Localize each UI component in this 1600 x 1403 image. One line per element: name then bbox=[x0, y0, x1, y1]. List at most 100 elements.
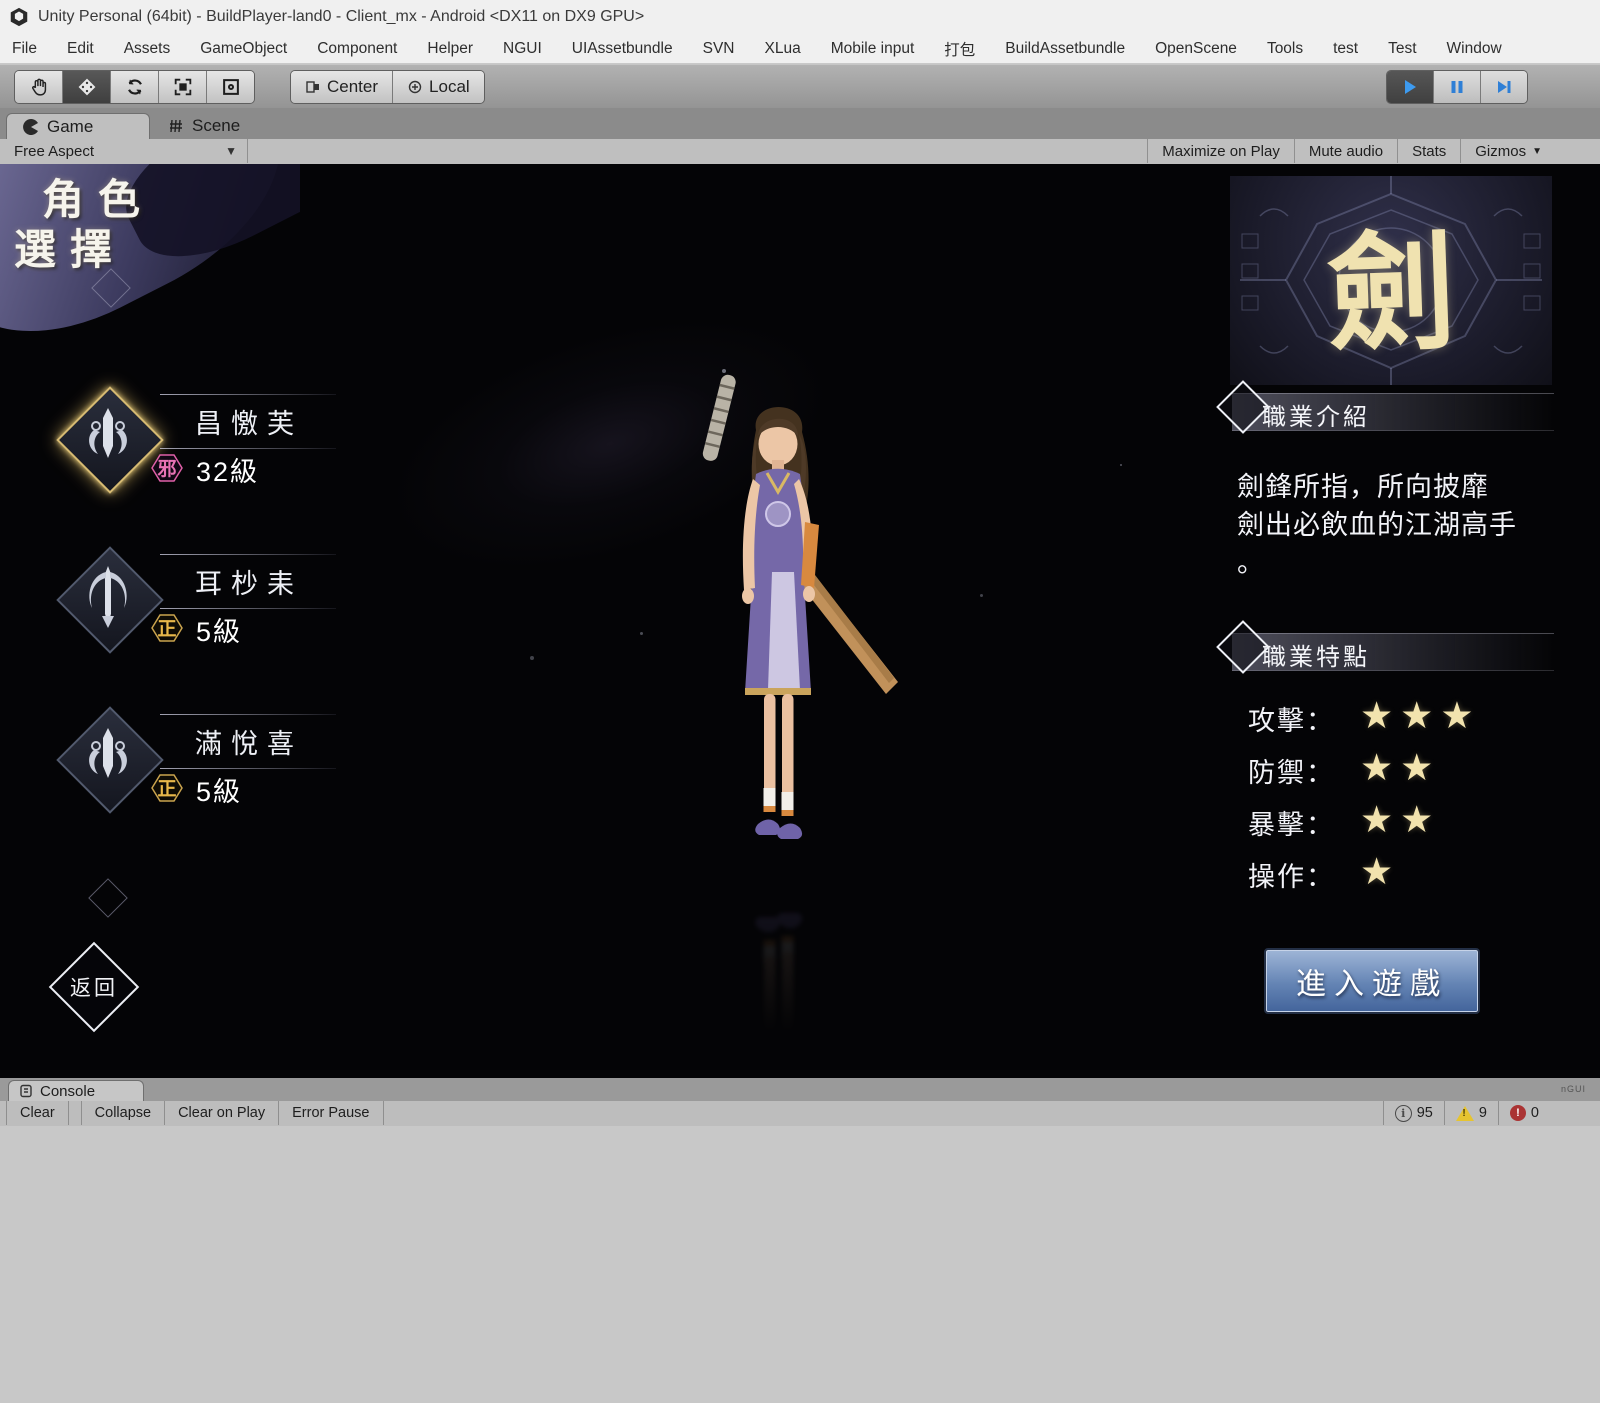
menu-tools[interactable]: Tools bbox=[1267, 40, 1303, 58]
enter-game-button[interactable]: 進入遊戲 bbox=[1266, 950, 1478, 1012]
polearm-emblem-icon bbox=[76, 562, 140, 634]
character-slot-2[interactable]: 耳杪耒 正 5級 bbox=[40, 540, 340, 665]
menu-edit[interactable]: Edit bbox=[67, 40, 94, 58]
menu-window[interactable]: Window bbox=[1447, 40, 1502, 58]
rect-tool-button[interactable] bbox=[207, 71, 254, 103]
character-reflection bbox=[660, 880, 920, 1050]
menu-buildassetbundle[interactable]: BuildAssetbundle bbox=[1005, 40, 1125, 58]
class-icon-sword bbox=[58, 708, 158, 808]
warning-count-toggle[interactable]: 9 bbox=[1444, 1101, 1498, 1125]
menu-bar: File Edit Assets GameObject Component He… bbox=[0, 34, 1600, 64]
intro-line-2: 劍出必飲血的江湖高手 bbox=[1237, 506, 1543, 544]
console-log-area[interactable] bbox=[0, 1126, 1600, 1403]
clear-label: Clear bbox=[20, 1105, 55, 1121]
play-button[interactable] bbox=[1387, 71, 1434, 103]
tab-game[interactable]: Game bbox=[6, 113, 150, 140]
clear-button[interactable]: Clear bbox=[6, 1101, 69, 1125]
menu-dabao[interactable]: 打包 bbox=[944, 38, 975, 60]
chevron-down-icon: ▼ bbox=[1532, 146, 1542, 157]
character-name: 滿悅喜 bbox=[195, 722, 303, 761]
trait-control: 操作： ★ bbox=[1248, 848, 1548, 900]
intro-line-3: 。 bbox=[1237, 544, 1543, 582]
tab-scene[interactable]: Scene bbox=[152, 113, 284, 139]
star-dot bbox=[980, 594, 983, 597]
pivot-local-button[interactable]: Local bbox=[393, 71, 484, 103]
game-viewport: 角色 選擇 昌憿芙 邪 bbox=[0, 164, 1600, 1078]
alignment-badge-good: 正 bbox=[144, 772, 190, 804]
menu-file[interactable]: File bbox=[12, 40, 37, 58]
class-intro-text: 劍鋒所指，所向披靡 劍出必飲血的江湖高手 。 bbox=[1237, 468, 1543, 582]
menu-helper[interactable]: Helper bbox=[427, 40, 473, 58]
move-tool-button[interactable] bbox=[63, 71, 111, 103]
stats-button[interactable]: Stats bbox=[1397, 139, 1460, 163]
menu-ngui[interactable]: NGUI bbox=[503, 40, 542, 58]
trait-label: 攻擊： bbox=[1248, 699, 1360, 738]
console-tab-label: Console bbox=[40, 1083, 95, 1100]
menu-assets[interactable]: Assets bbox=[124, 40, 171, 58]
intro-header-label: 職業介紹 bbox=[1262, 397, 1370, 432]
menu-test-lower[interactable]: test bbox=[1333, 40, 1358, 58]
class-icon-sword bbox=[58, 388, 158, 488]
menu-gameobject[interactable]: GameObject bbox=[200, 40, 287, 58]
enter-game-label: 進入遊戲 bbox=[1296, 959, 1448, 1003]
warning-count: 9 bbox=[1479, 1105, 1487, 1121]
local-axis-icon bbox=[407, 79, 423, 95]
sword-emblem-icon bbox=[76, 402, 140, 474]
menu-test-upper[interactable]: Test bbox=[1388, 40, 1416, 58]
character-model bbox=[660, 372, 920, 872]
star-dot bbox=[640, 632, 643, 635]
svg-text:正: 正 bbox=[157, 619, 176, 640]
playback-controls bbox=[1386, 70, 1528, 104]
sword-emblem-icon bbox=[76, 722, 140, 794]
page-title-line2: 選擇 bbox=[14, 216, 126, 277]
error-count-toggle[interactable]: ! 0 bbox=[1498, 1101, 1550, 1125]
pivot-center-button[interactable]: Center bbox=[291, 71, 393, 103]
star-dot bbox=[530, 656, 534, 660]
center-pivot-icon bbox=[305, 79, 321, 95]
gizmos-dropdown[interactable]: Gizmos ▼ bbox=[1460, 139, 1556, 163]
error-pause-label: Error Pause bbox=[292, 1105, 369, 1121]
collapse-button[interactable]: Collapse bbox=[81, 1101, 165, 1125]
menu-uiassetbundle[interactable]: UIAssetbundle bbox=[572, 40, 673, 58]
mute-audio-button[interactable]: Mute audio bbox=[1294, 139, 1397, 163]
info-count-toggle[interactable]: i 95 bbox=[1383, 1101, 1444, 1125]
corner-mark: nGUI bbox=[1561, 1084, 1586, 1094]
menu-xlua[interactable]: XLua bbox=[764, 40, 800, 58]
tab-console[interactable]: Console bbox=[8, 1080, 144, 1101]
aspect-dropdown[interactable]: Free Aspect ▼ bbox=[0, 139, 248, 163]
trait-label: 操作： bbox=[1248, 855, 1360, 894]
collapse-label: Collapse bbox=[95, 1105, 151, 1121]
character-slot-1[interactable]: 昌憿芙 邪 32級 bbox=[40, 380, 340, 505]
local-label: Local bbox=[429, 77, 470, 97]
error-icon: ! bbox=[1510, 1105, 1526, 1121]
rotate-tool-button[interactable] bbox=[111, 71, 159, 103]
game-tab-label: Game bbox=[47, 117, 93, 137]
class-traits: 攻擊： ★★★ 防禦： ★★ 暴擊： ★★ 操作： ★ bbox=[1248, 692, 1548, 900]
character-level: 5級 bbox=[196, 770, 242, 809]
scale-tool-button[interactable] bbox=[159, 71, 207, 103]
scale-tool-icon bbox=[172, 76, 194, 98]
menu-openscene[interactable]: OpenScene bbox=[1155, 40, 1237, 58]
unity-window: Unity Personal (64bit) - BuildPlayer-lan… bbox=[0, 0, 1600, 1403]
error-pause-button[interactable]: Error Pause bbox=[279, 1101, 383, 1125]
trait-label: 暴擊： bbox=[1248, 803, 1360, 842]
pause-button[interactable] bbox=[1434, 71, 1481, 103]
menu-mobile-input[interactable]: Mobile input bbox=[831, 40, 915, 58]
maximize-on-play-button[interactable]: Maximize on Play bbox=[1147, 139, 1294, 163]
star-rating: ★★ bbox=[1360, 798, 1440, 841]
intro-section-header: 職業介紹 bbox=[1232, 393, 1554, 431]
back-button[interactable]: 返回 bbox=[52, 945, 136, 1029]
menu-component[interactable]: Component bbox=[317, 40, 397, 58]
back-label: 返回 bbox=[52, 945, 136, 1029]
step-button[interactable] bbox=[1481, 71, 1527, 103]
scene-tab-label: Scene bbox=[192, 116, 240, 136]
traits-section-header: 職業特點 bbox=[1232, 633, 1554, 671]
window-title: Unity Personal (64bit) - BuildPlayer-lan… bbox=[38, 8, 644, 26]
hand-tool-button[interactable] bbox=[15, 71, 63, 103]
trait-label: 防禦： bbox=[1248, 751, 1360, 790]
menu-svn[interactable]: SVN bbox=[703, 40, 735, 58]
character-slot-3[interactable]: 滿悅喜 正 5級 bbox=[40, 700, 340, 825]
character-name: 耳杪耒 bbox=[195, 562, 303, 601]
star-rating: ★ bbox=[1360, 850, 1400, 893]
clear-on-play-button[interactable]: Clear on Play bbox=[165, 1101, 279, 1125]
